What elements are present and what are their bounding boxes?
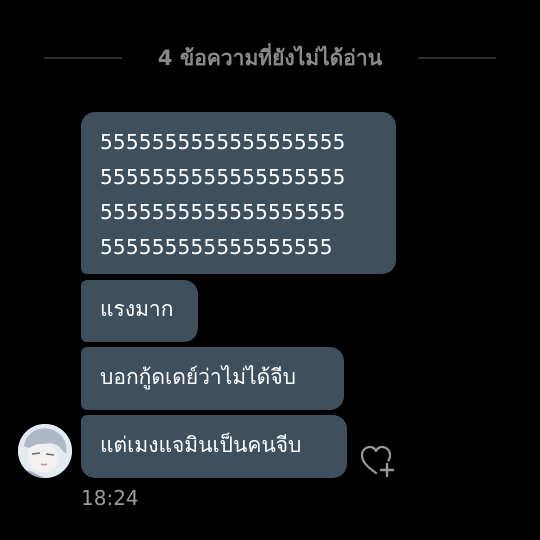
message-text-line: 5555555555555555555 bbox=[100, 165, 346, 189]
avatar-image bbox=[18, 424, 72, 478]
unread-divider: 4 ข้อความที่ยังไม่ได้อ่าน bbox=[0, 38, 540, 78]
message-timestamp: 18:24 bbox=[81, 486, 139, 510]
message-bubble[interactable]: แต่เมงแจมินเป็นคนจีบ bbox=[81, 415, 347, 478]
divider-line-right bbox=[418, 57, 496, 59]
message-text-line: 5555555555555555555 bbox=[100, 200, 346, 224]
unread-count-label: 4 ข้อความที่ยังไม่ได้อ่าน bbox=[157, 46, 383, 70]
sender-avatar[interactable] bbox=[18, 424, 72, 478]
message-text: แต่เมงแจมินเป็นคนจีบ bbox=[100, 433, 302, 457]
message-text-line: 555555555555555555 bbox=[100, 235, 333, 259]
message-text: แรงมาก bbox=[100, 297, 174, 321]
message-bubble[interactable]: แรงมาก bbox=[81, 280, 198, 342]
heart-add-icon[interactable] bbox=[360, 444, 396, 478]
message-bubble[interactable]: บอกกู้ดเดย์ว่าไม่ได้จีบ bbox=[81, 347, 344, 410]
divider-line-left bbox=[44, 57, 122, 59]
message-text-line: 5555555555555555555 bbox=[100, 130, 346, 154]
message-bubble[interactable]: 5555555555555555555 5555555555555555555 … bbox=[81, 112, 396, 274]
message-text: บอกกู้ดเดย์ว่าไม่ได้จีบ bbox=[100, 365, 296, 389]
